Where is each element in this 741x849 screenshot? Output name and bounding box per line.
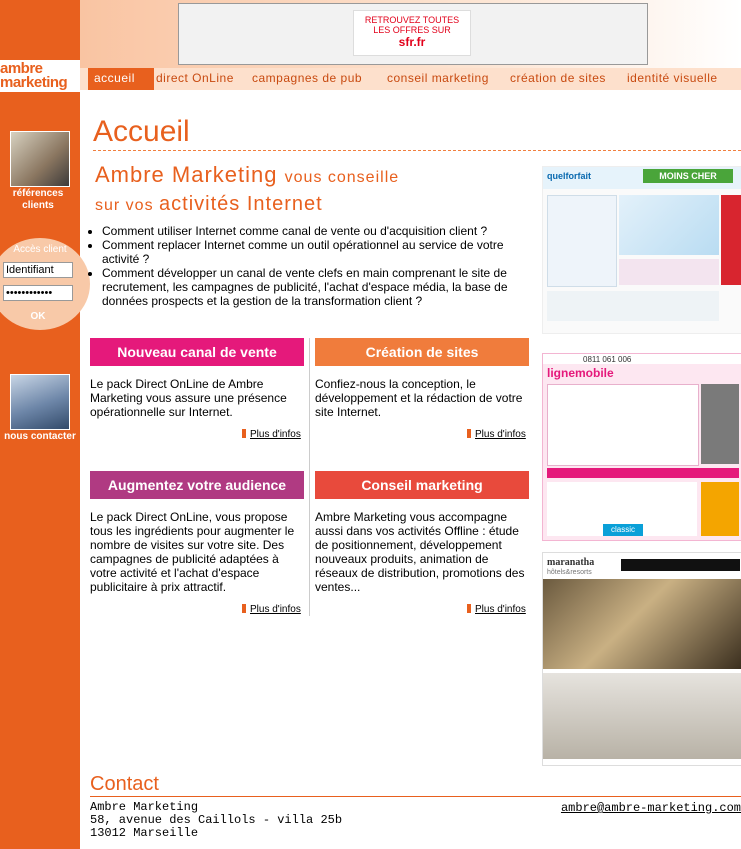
card-title-augmentez-audience[interactable]: Augmentez votre audience [90,471,304,499]
headline-rest-1: vous conseille [284,169,400,186]
more-info-link-creation-sites[interactable]: Plus d'infos [467,429,526,440]
shot-promo: classic [603,524,643,536]
client-login-box: Accès client OK [0,238,90,330]
title-divider [93,150,741,151]
logo-line-2: marketing [0,74,68,91]
login-password-field[interactable] [3,285,73,301]
shot-ad-column [721,195,741,285]
shot-hero-photo [543,579,741,669]
shot-side-ad [701,482,739,536]
card-text-conseil-marketing: Ambre Marketing vous accompagne aussi da… [315,510,525,594]
bullet-item: Comment développer un canal de vente cle… [102,266,542,308]
headline-pre-2: sur vos [95,197,154,214]
ad-line-2: LES OFFRES SUR [373,25,451,35]
shot-offers [547,384,699,466]
more-bars-icon [242,429,246,438]
page-title: Accueil [93,115,190,148]
sfr-brand: sfr.fr [398,35,426,49]
shot-bar [547,468,739,478]
contact-email-link[interactable]: ambre@ambre-marketing.com [561,801,741,815]
more-bars-icon [242,604,246,613]
contact-phone-photo[interactable] [10,374,70,430]
shot-ad-column [701,384,739,464]
headline-brand: Ambre Marketing [95,162,278,187]
shot-footer [547,291,719,321]
card-text-nouveau-canal: Le pack Direct OnLine de Ambre Marketing… [90,377,287,419]
card-title-creation-sites[interactable]: Création de sites [315,338,529,366]
more-info-link-nouveau-canal[interactable]: Plus d'infos [242,429,301,440]
contact-title: Contact [90,773,159,795]
portfolio-lignemobile-screenshot[interactable]: 0811 061 006 lignemobile classic [542,353,741,541]
nav-creation-de-sites[interactable]: création de sites [510,71,606,85]
card-column-divider [309,338,310,616]
contact-divider [90,796,741,797]
nav-campagnes-de-pub[interactable]: campagnes de pub [252,71,362,85]
login-id-field[interactable] [3,262,73,278]
more-bars-icon [467,429,471,438]
nav-identite-visuelle[interactable]: identité visuelle [627,71,718,85]
portfolio-quelforfait-screenshot[interactable]: quelforfait MOINS CHER [542,166,741,334]
shot-brand: lignemobile [547,366,614,380]
card-text-augmentez-audience: Le pack Direct OnLine, vous propose tous… [90,510,295,594]
headline-line-1: Ambre Marketing vous conseille [95,162,399,188]
shot-phone: 0811 061 006 [583,355,632,364]
nav-conseil-marketing[interactable]: conseil marketing [387,71,489,85]
card-title-nouveau-canal[interactable]: Nouveau canal de vente [90,338,304,366]
headline-line-2: sur vos activités Internet [95,193,323,216]
shot-tag: MOINS CHER [643,169,733,183]
shot-sidebar [547,195,617,287]
headline-big-2: activités Internet [159,193,323,215]
shot-brand: maranatha [547,557,595,568]
shot-subtitle: hôtels&resorts [547,569,592,576]
nav-accueil[interactable]: accueil [94,71,135,85]
ad-banner[interactable]: RETROUVEZ TOUTES LES OFFRES SUR sfr.fr [178,3,648,65]
references-clients-link[interactable]: références clients [0,188,76,212]
shot-hero [619,195,719,255]
nav-direct-online[interactable]: direct OnLine [156,71,234,85]
contact-city: 13012 Marseille [90,826,199,840]
card-text-creation-sites: Confiez-nous la conception, le développe… [315,377,523,419]
shot-brand: quelforfait [547,171,591,181]
more-bars-icon [467,604,471,613]
bullet-item: Comment utiliser Internet comme canal de… [102,224,542,238]
contact-address: Ambre Marketing 58, avenue des Caillols … [90,801,342,840]
card-title-conseil-marketing[interactable]: Conseil marketing [315,471,529,499]
intro-bullet-list: Comment utiliser Internet comme canal de… [88,224,542,308]
more-info-link-augmentez-audience[interactable]: Plus d'infos [242,604,301,615]
references-clients-photo[interactable] [10,131,70,187]
portfolio-maranatha-screenshot[interactable]: maranatha hôtels&resorts [542,552,741,766]
shot-gallery [543,673,741,759]
shot-nav [621,559,740,571]
more-info-link-conseil-marketing[interactable]: Plus d'infos [467,604,526,615]
shot-promo [619,259,719,285]
shot-topbar [543,354,741,364]
login-ok-button[interactable]: OK [0,311,76,322]
main-nav: accueil direct OnLine campagnes de pub c… [80,68,741,90]
login-title: Accès client [13,244,67,255]
bullet-item: Comment replacer Internet comme un outil… [102,238,542,266]
nous-contacter-link[interactable]: nous contacter [0,431,80,442]
sfr-ad[interactable]: RETROUVEZ TOUTES LES OFFRES SUR sfr.fr [353,10,471,56]
ambre-marketing-logo[interactable]: ambre marketing [0,60,80,92]
ad-line-1: RETROUVEZ TOUTES [364,15,460,25]
